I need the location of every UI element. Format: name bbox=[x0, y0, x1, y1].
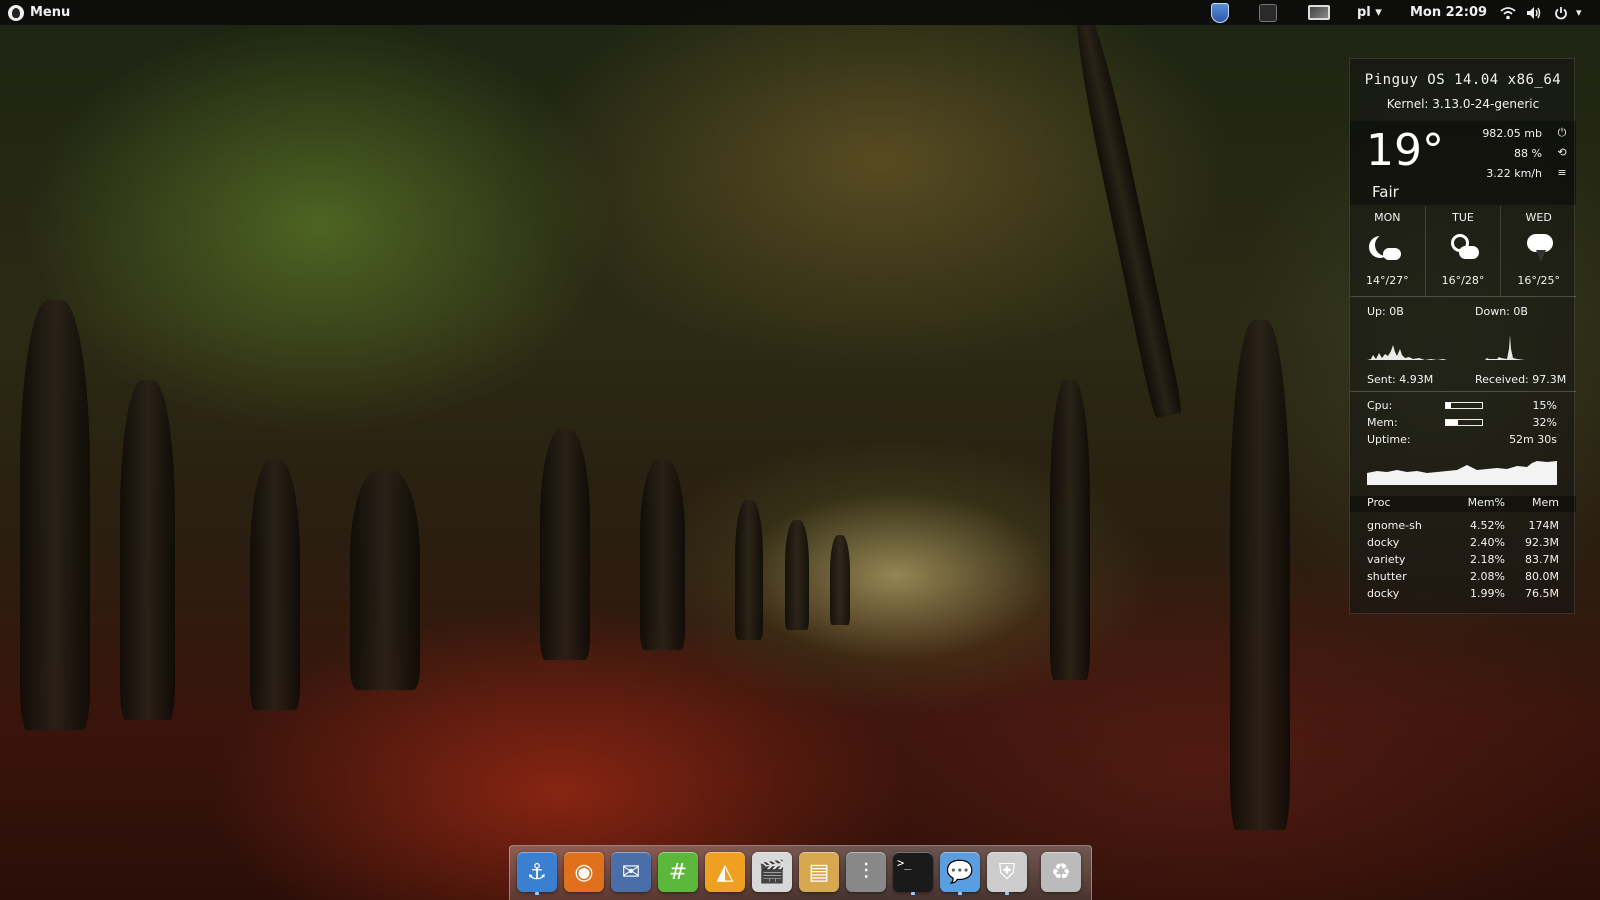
mem-row: Mem: 32% bbox=[1367, 416, 1557, 430]
archive-icon[interactable]: ▤ bbox=[799, 852, 839, 892]
app-tray-icon[interactable] bbox=[1259, 3, 1277, 22]
keyboard-layout[interactable]: pl ▾ bbox=[1357, 3, 1382, 22]
sun-cloud-icon bbox=[1445, 230, 1481, 266]
trash-icon[interactable]: ♻ bbox=[1041, 852, 1081, 892]
volume-icon[interactable] bbox=[1526, 3, 1542, 22]
weather-condition: Fair bbox=[1372, 183, 1399, 201]
process-mem-percent: 2.18% bbox=[1470, 553, 1505, 566]
terminal-icon[interactable]: >_ bbox=[893, 852, 933, 895]
process-mem-percent: 2.08% bbox=[1470, 570, 1505, 583]
humidity-value: 88 % bbox=[1514, 147, 1542, 160]
running-indicator bbox=[958, 892, 962, 895]
uptime-row: Uptime: 52m 30s bbox=[1367, 433, 1557, 447]
shield-icon[interactable]: ⛨ bbox=[987, 852, 1027, 895]
weather-forecast: MON 14°/27° TUE 16°/28° WED 16°/25° bbox=[1350, 206, 1576, 296]
process-mem: 92.3M bbox=[1525, 536, 1559, 549]
forecast-day-name: TUE bbox=[1452, 211, 1474, 224]
mem-value: 32% bbox=[1532, 416, 1557, 429]
wind-value: 3.22 km/h bbox=[1486, 167, 1542, 180]
kernel-version: Kernel: 3.13.0-24-generic bbox=[1386, 97, 1540, 111]
mem-bar bbox=[1445, 419, 1483, 426]
power-icon[interactable] bbox=[1554, 3, 1568, 22]
process-name: variety bbox=[1367, 553, 1406, 566]
pressure-icon: ⏻ bbox=[1557, 126, 1567, 139]
thunderbird-icon[interactable]: ✉ bbox=[611, 852, 651, 892]
process-mem-percent: 4.52% bbox=[1470, 519, 1505, 532]
process-name: docky bbox=[1367, 587, 1400, 600]
download-graph bbox=[1475, 335, 1555, 360]
process-mem: 83.7M bbox=[1525, 553, 1559, 566]
pinguy-logo-icon bbox=[8, 4, 24, 21]
forecast-range: 16°/25° bbox=[1517, 274, 1561, 287]
process-row: docky 1.99% 76.5M bbox=[1350, 587, 1576, 603]
menu-label: Menu bbox=[30, 5, 71, 20]
moon-cloud-icon bbox=[1369, 230, 1405, 266]
cpu-bar bbox=[1445, 402, 1483, 409]
slideshow-icon[interactable]: ◭ bbox=[705, 852, 745, 892]
power-menu-arrow[interactable]: ▾ bbox=[1576, 3, 1582, 22]
header-mem-percent: Mem% bbox=[1467, 496, 1505, 509]
process-mem: 76.5M bbox=[1525, 587, 1559, 600]
clock[interactable]: Mon 22:09 bbox=[1410, 3, 1487, 22]
forecast-day-name: MON bbox=[1374, 211, 1401, 224]
conky-widget: Pinguy OS 14.04 x86_64 Kernel: 3.13.0-24… bbox=[1349, 58, 1576, 614]
uptime-value: 52m 30s bbox=[1509, 433, 1557, 446]
current-temperature: 19° bbox=[1366, 125, 1444, 176]
forecast-range: 14°/27° bbox=[1365, 274, 1409, 287]
process-name: docky bbox=[1367, 536, 1400, 549]
wifi-icon[interactable] bbox=[1500, 3, 1516, 22]
process-mem-percent: 2.40% bbox=[1470, 536, 1505, 549]
process-row: shutter 2.08% 80.0M bbox=[1350, 570, 1576, 586]
running-indicator bbox=[535, 892, 539, 895]
anchor-icon[interactable]: ⚓ bbox=[517, 852, 557, 895]
download-speed: Down: 0B bbox=[1475, 305, 1528, 318]
mixer-icon[interactable]: ⫶ bbox=[846, 852, 886, 892]
process-name: shutter bbox=[1367, 570, 1407, 583]
process-mem-percent: 1.99% bbox=[1470, 587, 1505, 600]
total-received: Received: 97.3M bbox=[1475, 373, 1567, 386]
pressure-value: 982.05 mb bbox=[1482, 127, 1542, 140]
firefox-icon[interactable]: ◉ bbox=[564, 852, 604, 892]
process-row: docky 2.40% 92.3M bbox=[1350, 536, 1576, 552]
usage-graph bbox=[1367, 461, 1557, 485]
chat-icon[interactable]: 💬 bbox=[940, 852, 980, 895]
process-row: gnome-sh 4.52% 174M bbox=[1350, 519, 1576, 535]
uptime-label: Uptime: bbox=[1367, 433, 1411, 446]
process-row: variety 2.18% 83.7M bbox=[1350, 553, 1576, 569]
upload-graph bbox=[1367, 345, 1447, 360]
total-sent: Sent: 4.93M bbox=[1367, 373, 1434, 386]
running-indicator bbox=[911, 892, 915, 895]
mem-label: Mem: bbox=[1367, 416, 1398, 429]
header-proc: Proc bbox=[1367, 496, 1391, 509]
forecast-day: TUE 16°/28° bbox=[1426, 206, 1502, 296]
hexchat-icon[interactable]: # bbox=[658, 852, 698, 892]
cpu-label: Cpu: bbox=[1367, 399, 1393, 412]
process-mem: 174M bbox=[1528, 519, 1560, 532]
process-name: gnome-sh bbox=[1367, 519, 1422, 532]
os-title: Pinguy OS 14.04 x86_64 bbox=[1364, 72, 1562, 88]
divider bbox=[1350, 391, 1576, 392]
cpu-row: Cpu: 15% bbox=[1367, 399, 1557, 413]
video-editor-icon[interactable]: 🎬 bbox=[752, 852, 792, 892]
humidity-icon: ⟲ bbox=[1557, 146, 1567, 159]
header-mem: Mem bbox=[1532, 496, 1559, 509]
current-weather: 19° Fair 982.05 mb ⏻ 88 % ⟲ 3.22 km/h ≡ bbox=[1350, 121, 1576, 205]
forecast-day-name: WED bbox=[1525, 211, 1552, 224]
cpu-value: 15% bbox=[1532, 399, 1557, 412]
dock: ⚓ ◉ ✉ # ◭ 🎬 ▤ ⫶ >_ 💬 ⛨ ♻ bbox=[509, 845, 1092, 900]
shield-tray-icon[interactable] bbox=[1211, 2, 1229, 23]
top-panel: Menu pl ▾ Mon 22:09 ▾ bbox=[0, 0, 1600, 25]
forecast-day: MON 14°/27° bbox=[1350, 206, 1426, 296]
menu-button[interactable]: Menu bbox=[0, 0, 78, 25]
running-indicator bbox=[1005, 892, 1009, 895]
forecast-day: WED 16°/25° bbox=[1501, 206, 1576, 296]
forecast-range: 16°/28° bbox=[1441, 274, 1485, 287]
process-mem: 80.0M bbox=[1525, 570, 1559, 583]
storm-icon bbox=[1521, 230, 1557, 266]
divider bbox=[1350, 296, 1576, 297]
wind-icon: ≡ bbox=[1557, 166, 1567, 179]
upload-speed: Up: 0B bbox=[1367, 305, 1404, 318]
screen-tray-icon[interactable] bbox=[1308, 3, 1330, 22]
process-table-header: Proc Mem% Mem bbox=[1350, 496, 1576, 512]
